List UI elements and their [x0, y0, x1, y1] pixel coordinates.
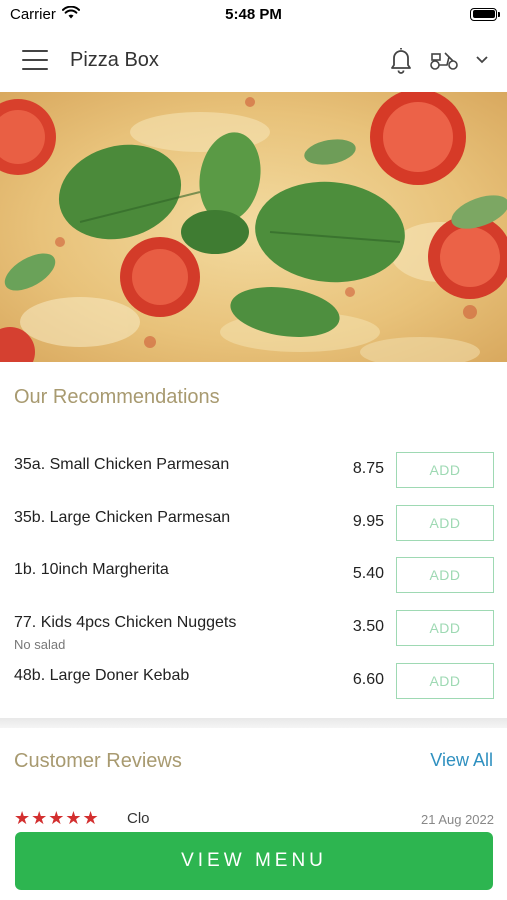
list-item: 35b. Large Chicken Parmesan 9.95 ADD: [0, 503, 507, 543]
item-name: 35a. Small Chicken Parmesan: [14, 456, 230, 473]
star-rating: ★★★★★: [14, 808, 100, 828]
status-left: Carrier: [10, 5, 80, 23]
chevron-down-icon[interactable]: [475, 55, 489, 65]
list-item: 48b. Large Doner Kebab 6.60 ADD: [0, 661, 507, 701]
item-price: 8.75: [352, 460, 384, 477]
list-item: 35a. Small Chicken Parmesan 8.75 ADD: [0, 450, 507, 490]
menu-icon[interactable]: [22, 50, 48, 70]
header-icons: [389, 46, 489, 74]
review-date: 21 Aug 2022: [420, 812, 494, 827]
item-name: 1b. 10inch Margherita: [14, 561, 169, 578]
view-menu-button[interactable]: VIEW MENU: [15, 832, 493, 890]
reviews-title: Customer Reviews: [14, 750, 182, 772]
hero-pizza-image: [0, 92, 507, 362]
wifi-icon: [61, 5, 80, 23]
review-item: ★★★★★ Clo 21 Aug 2022: [14, 808, 494, 828]
scooter-icon[interactable]: [429, 49, 459, 71]
item-name: 35b. Large Chicken Parmesan: [14, 509, 231, 526]
item-price: 6.60: [352, 671, 384, 688]
item-name: 48b. Large Doner Kebab: [14, 667, 190, 684]
item-name: 77. Kids 4pcs Chicken Nuggets: [14, 614, 237, 631]
list-item: 1b. 10inch Margherita 5.40 ADD: [0, 555, 507, 595]
app-title: Pizza Box: [70, 48, 159, 71]
item-price: 3.50: [352, 618, 384, 635]
reviewer-name: Clo: [127, 810, 150, 827]
list-item: 77. Kids 4pcs Chicken Nuggets No salad 3…: [0, 608, 507, 652]
section-divider: [0, 718, 507, 728]
item-note: No salad: [14, 637, 66, 652]
recommendations-section: Our Recommendations 35a. Small Chicken P…: [0, 362, 507, 718]
add-button[interactable]: ADD: [396, 610, 494, 646]
view-all-link[interactable]: View All: [430, 750, 493, 771]
add-button[interactable]: ADD: [396, 505, 494, 541]
bell-icon[interactable]: [389, 46, 413, 74]
app-header: Pizza Box: [0, 28, 507, 92]
pizza-illustration: [0, 92, 507, 362]
add-button[interactable]: ADD: [396, 663, 494, 699]
item-price: 5.40: [352, 565, 384, 582]
add-button[interactable]: ADD: [396, 557, 494, 593]
battery-icon: [470, 7, 500, 21]
item-price: 9.95: [352, 513, 384, 530]
status-bar: Carrier 5:48 PM: [0, 0, 507, 28]
carrier-label: Carrier: [10, 5, 56, 23]
recommendations-title: Our Recommendations: [14, 386, 220, 408]
reviews-section: Customer Reviews View All ★★★★★ Clo 21 A…: [0, 728, 507, 828]
add-button[interactable]: ADD: [396, 452, 494, 488]
